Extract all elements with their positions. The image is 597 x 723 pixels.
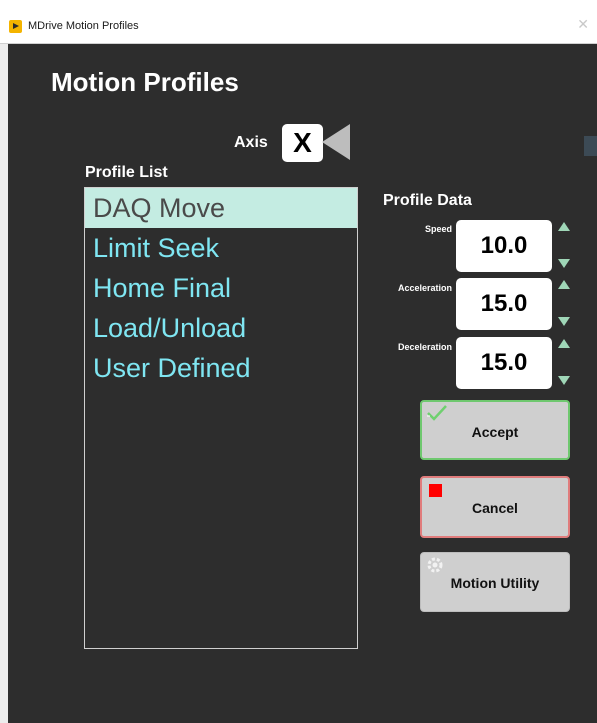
list-item-load-unload[interactable]: Load/Unload [85, 308, 357, 348]
motion-utility-label: Motion Utility [450, 575, 540, 591]
motion-utility-button[interactable]: Motion Utility [420, 552, 570, 612]
list-item-home-final[interactable]: Home Final [85, 268, 357, 308]
deceleration-decrement-icon[interactable] [558, 376, 570, 385]
app-icon [9, 20, 22, 33]
stop-icon [429, 484, 442, 497]
list-item-daq-move[interactable]: DAQ Move [85, 188, 357, 228]
accept-button[interactable]: Accept [420, 400, 570, 460]
acceleration-label: Acceleration [397, 283, 452, 293]
axis-value-field[interactable]: X [282, 124, 323, 162]
axis-selector-arrow-icon[interactable] [322, 124, 350, 160]
speed-field[interactable]: 10.0 [456, 220, 552, 272]
acceleration-increment-icon[interactable] [558, 280, 570, 289]
acceleration-field[interactable]: 15.0 [456, 278, 552, 330]
list-item-user-defined[interactable]: User Defined [85, 348, 357, 388]
deceleration-increment-icon[interactable] [558, 339, 570, 348]
title-bar: MDrive Motion Profiles ✕ [0, 0, 597, 44]
speed-increment-icon[interactable] [558, 222, 570, 231]
check-icon [427, 405, 447, 421]
deceleration-label: Deceleration [397, 342, 452, 352]
profile-list[interactable]: DAQ Move Limit Seek Home Final Load/Unlo… [84, 187, 358, 649]
page-title: Motion Profiles [51, 67, 239, 97]
background-control-stub [584, 136, 597, 156]
axis-label: Axis [234, 134, 268, 151]
speed-label: Speed [424, 224, 452, 234]
accept-label: Accept [471, 424, 519, 440]
list-item-limit-seek[interactable]: Limit Seek [85, 228, 357, 268]
cancel-button[interactable]: Cancel [420, 476, 570, 538]
profile-list-label: Profile List [85, 164, 168, 181]
speed-decrement-icon[interactable] [558, 259, 570, 268]
window-left-edge [0, 44, 8, 723]
gear-icon [427, 557, 443, 573]
window-title: MDrive Motion Profiles [28, 20, 139, 32]
deceleration-field[interactable]: 15.0 [456, 337, 552, 389]
close-icon[interactable]: ✕ [577, 16, 589, 33]
acceleration-decrement-icon[interactable] [558, 317, 570, 326]
profile-data-label: Profile Data [383, 192, 472, 209]
cancel-label: Cancel [472, 500, 518, 516]
